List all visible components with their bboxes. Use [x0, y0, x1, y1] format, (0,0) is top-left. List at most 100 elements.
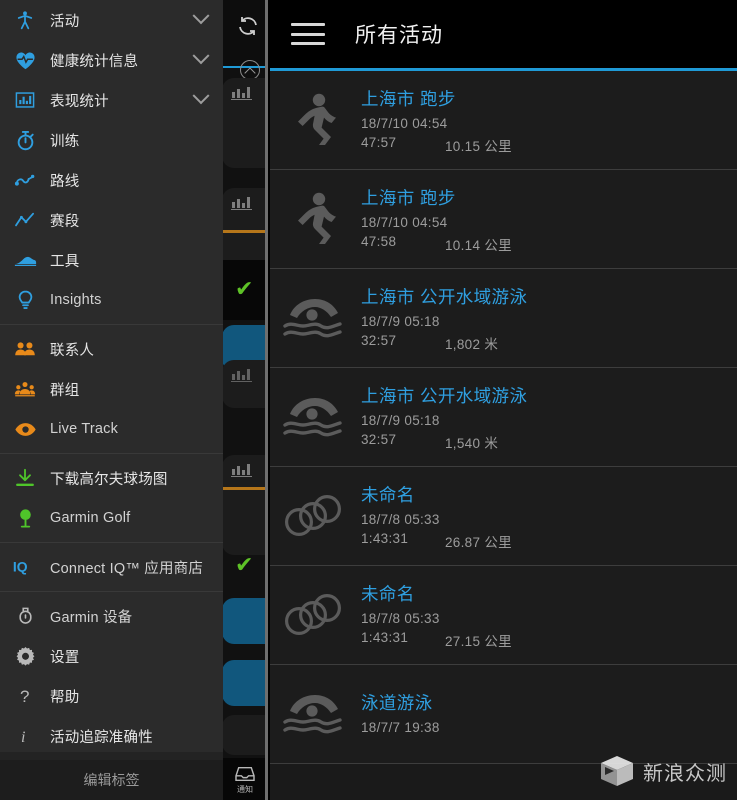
sidebar-item-label: 活动追踪准确性: [50, 729, 153, 746]
running-icon: [265, 71, 361, 170]
list-item[interactable]: 上海市 公开水域游泳 18/7/9 05:18 32:57 1,540 米: [265, 368, 737, 467]
divider: [0, 591, 223, 592]
notification-inbox-icon: [235, 766, 255, 782]
activity-title[interactable]: 上海市 跑步: [361, 185, 725, 210]
activity-stats: 47:58 10.14 公里: [361, 234, 725, 254]
sidebar-item-training[interactable]: 训练: [0, 120, 223, 160]
contacts-people-icon: [12, 337, 38, 361]
sidebar-item-insights[interactable]: Insights: [0, 280, 223, 320]
sidebar-item-download-golf-courses[interactable]: 下载高尔夫球场图: [0, 458, 223, 498]
divider: [0, 453, 223, 454]
golf-ball-tee-icon: [12, 506, 38, 530]
sidebar-item-label: Garmin Golf: [50, 510, 131, 526]
sidebar-item-label: 健康统计信息: [50, 53, 139, 70]
sidebar-item-courses[interactable]: 路线: [0, 160, 223, 200]
activity-list: 上海市 跑步 18/7/10 04:54 47:57 10.15 公里 上海市 …: [265, 71, 737, 764]
sidebar-item-label: 下载高尔夫球场图: [50, 471, 168, 488]
notification-tab-label: 通知: [237, 785, 253, 794]
divider: [0, 542, 223, 543]
sidebar-item-gear[interactable]: 工具: [0, 240, 223, 280]
notification-tab[interactable]: 通知: [226, 760, 264, 800]
info-italic-icon: i: [12, 724, 38, 748]
list-item[interactable]: 泳道游泳 18/7/7 19:38: [265, 665, 737, 764]
chevron-down-icon[interactable]: [192, 7, 210, 25]
activity-duration: 1:43:31: [361, 629, 409, 645]
sidebar-item-label: 工具: [50, 253, 80, 270]
activity-stats: 32:57 1,802 米: [361, 333, 725, 353]
activity-title[interactable]: 上海市 跑步: [361, 86, 725, 111]
panel-header: 所有活动: [265, 0, 737, 68]
chevron-up-circle-icon[interactable]: [240, 60, 260, 80]
sidebar-item-label: 赛段: [50, 213, 80, 230]
sidebar-item-label: Connect IQ™ 应用商店: [50, 560, 204, 577]
svg-text:IQ: IQ: [13, 559, 28, 575]
connect-iq-icon: IQ: [12, 555, 38, 579]
activity-distance: 26.87 公里: [445, 534, 512, 550]
list-item[interactable]: 未命名 18/7/8 05:33 1:43:31 26.87 公里: [265, 467, 737, 566]
list-item[interactable]: 上海市 跑步 18/7/10 04:54 47:58 10.14 公里: [265, 170, 737, 269]
svg-text:i: i: [21, 729, 25, 746]
chevron-down-icon[interactable]: [192, 87, 210, 105]
activity-distance: 1,802 米: [445, 336, 499, 352]
sidebar-item-label: 设置: [50, 649, 80, 666]
sidebar-item-segments[interactable]: 赛段: [0, 200, 223, 240]
activity-date: 18/7/8 05:33: [361, 610, 440, 626]
activity-distance: 10.15 公里: [445, 138, 512, 154]
sidebar-item-settings[interactable]: 设置: [0, 636, 223, 676]
sidebar-item-garmin-devices[interactable]: Garmin 设备: [0, 596, 223, 636]
lightbulb-insights-icon: [12, 288, 38, 312]
chevron-down-icon[interactable]: [192, 47, 210, 65]
activity-duration: 32:57: [361, 332, 397, 348]
navigation-drawer: 活动 健康统计信息 表现统计 训练 路线 赛段 工具 Insights 联系人 …: [0, 0, 223, 760]
list-item[interactable]: 未命名 18/7/8 05:33 1:43:31 27.15 公里: [265, 566, 737, 665]
activity-stats: 32:57 1,540 米: [361, 432, 725, 452]
activity-date: 18/7/10 04:54: [361, 214, 448, 230]
sidebar-item-garmin-golf[interactable]: Garmin Golf: [0, 498, 223, 538]
sidebar-item-activity-tracking-accuracy[interactable]: i 活动追踪准确性: [0, 716, 223, 756]
activity-date: 18/7/7 19:38: [361, 719, 440, 735]
list-item[interactable]: 上海市 公开水域游泳 18/7/9 05:18 32:57 1,802 米: [265, 269, 737, 368]
sidebar-item-label: 活动: [50, 13, 80, 30]
activity-title[interactable]: 未命名: [361, 581, 725, 606]
list-item[interactable]: 上海市 跑步 18/7/10 04:54 47:57 10.15 公里: [265, 71, 737, 170]
open-water-swim-icon: [265, 269, 361, 368]
activity-person-icon: [12, 8, 38, 32]
sidebar-item-contacts[interactable]: 联系人: [0, 329, 223, 369]
activity-title[interactable]: 泳道游泳: [361, 690, 725, 715]
activity-date: 18/7/10 04:54: [361, 115, 448, 131]
running-icon: [265, 170, 361, 269]
sidebar-item-performance-stats[interactable]: 表现统计: [0, 80, 223, 120]
activity-date: 18/7/9 05:18: [361, 412, 440, 428]
watermark-text: 新浪众测: [643, 762, 727, 785]
activity-duration: 47:58: [361, 233, 397, 249]
activity-details: 上海市 公开水域游泳 18/7/9 05:18 32:57 1,802 米: [361, 284, 737, 353]
svg-text:?: ?: [20, 687, 29, 706]
sidebar-item-activities[interactable]: 活动: [0, 0, 223, 40]
activity-details: 上海市 跑步 18/7/10 04:54 47:58 10.14 公里: [361, 185, 737, 254]
activity-details: 上海市 公开水域游泳 18/7/9 05:18 32:57 1,540 米: [361, 383, 737, 452]
activity-title[interactable]: 上海市 公开水域游泳: [361, 284, 725, 309]
activity-title[interactable]: 未命名: [361, 482, 725, 507]
check-icon: ✔: [235, 276, 254, 301]
sidebar-item-groups[interactable]: 群组: [0, 369, 223, 409]
edit-tags-button[interactable]: 编辑标签: [0, 760, 223, 800]
sidebar-item-label: Garmin 设备: [50, 609, 133, 626]
app-root: ✔ ✔ 通知 活动 健康统计信息 表现统计 训练 路线 赛段 工具 Insigh…: [0, 0, 737, 800]
sidebar-item-label: Insights: [50, 292, 102, 308]
multisport-rings-icon: [265, 566, 361, 665]
sidebar-item-connect-iq-store[interactable]: IQ Connect IQ™ 应用商店: [0, 547, 223, 587]
bar-chart-icon: [231, 197, 252, 210]
bar-chart-icon: [231, 369, 252, 382]
activity-distance: 1,540 米: [445, 435, 499, 451]
activity-title[interactable]: 上海市 公开水域游泳: [361, 383, 725, 408]
sidebar-item-help[interactable]: ? 帮助: [0, 676, 223, 716]
sidebar-item-health-stats[interactable]: 健康统计信息: [0, 40, 223, 80]
gear-shoe-icon: [12, 248, 38, 272]
sync-refresh-icon[interactable]: [236, 14, 260, 38]
sidebar-item-label: 路线: [50, 173, 80, 190]
activity-duration: 1:43:31: [361, 530, 409, 546]
activity-date: 18/7/8 05:33: [361, 511, 440, 527]
bar-chart-icon: [231, 464, 252, 477]
sidebar-item-live-track[interactable]: Live Track: [0, 409, 223, 449]
hamburger-menu-icon[interactable]: [291, 23, 325, 45]
